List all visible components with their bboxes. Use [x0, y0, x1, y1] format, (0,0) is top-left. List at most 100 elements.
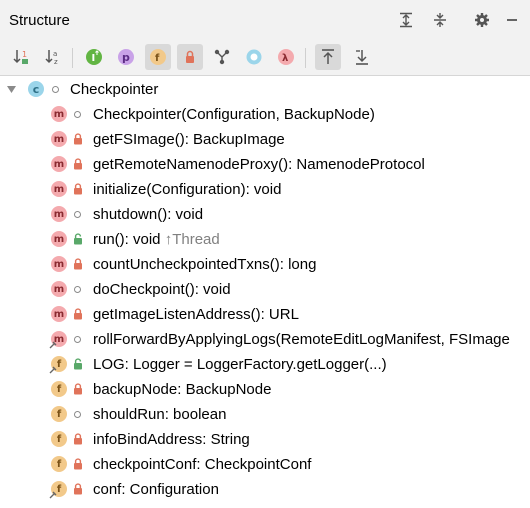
tree-item[interactable]: f LOG: Logger = LoggerFactory.getLogger(.… [0, 352, 530, 377]
member-signature: conf: Configuration [93, 481, 219, 498]
inherited-from-label: ↑Thread [164, 231, 220, 248]
package-visibility-icon [74, 336, 81, 343]
static-pin-icon [49, 366, 57, 374]
private-lock-icon [74, 133, 82, 145]
method-icon: m [51, 256, 67, 272]
tree-item[interactable]: m Checkpointer(Configuration, BackupNode) [0, 102, 530, 127]
tree-item[interactable]: m getImageListenAddress(): URL [0, 302, 530, 327]
tree-item-label: countUncheckpointedTxns(): long [93, 256, 316, 273]
tree-item[interactable]: m getFSImage(): BackupImage [0, 127, 530, 152]
root-label: Checkpointer [70, 81, 159, 98]
structure-header: Structure [0, 0, 530, 40]
show-anonymous-icon[interactable] [209, 44, 235, 70]
private-lock-icon [74, 433, 82, 445]
member-signature: countUncheckpointedTxns(): long [93, 256, 317, 273]
method-icon: m [51, 131, 67, 147]
tree-item-label: run(): void ↑Thread [93, 231, 220, 248]
static-pin-icon [49, 491, 57, 499]
package-visibility-icon [74, 286, 81, 293]
svg-text:f: f [155, 53, 160, 64]
package-visibility-icon [52, 86, 59, 93]
svg-text:1: 1 [22, 50, 27, 59]
tree-item[interactable]: f checkpointConf: CheckpointConf [0, 452, 530, 477]
collapse-all-icon[interactable] [428, 8, 452, 32]
member-signature: getRemoteNamenodeProxy(): NamenodeProtoc… [93, 156, 425, 173]
private-lock-icon [74, 308, 82, 320]
tree-item-label: LOG: Logger = LoggerFactory.getLogger(..… [93, 356, 387, 373]
member-signature: Checkpointer(Configuration, BackupNode) [93, 106, 375, 123]
svg-text:z: z [54, 58, 58, 66]
member-signature: run(): void [93, 231, 165, 248]
tree-item-label: shutdown(): void [93, 206, 203, 223]
member-signature: rollForwardByApplyingLogs(RemoteEditLogM… [93, 331, 510, 348]
structure-toolbar: 1 az I p f λ [0, 40, 530, 76]
member-signature: doCheckpoint(): void [93, 281, 231, 298]
tree-item-label: rollForwardByApplyingLogs(RemoteEditLogM… [93, 331, 510, 348]
tree-item[interactable]: m initialize(Configuration): void [0, 177, 530, 202]
tree-root-checkpointer[interactable]: c Checkpointer [0, 77, 530, 102]
tree-item[interactable]: f backupNode: BackupNode [0, 377, 530, 402]
tree-item-label: checkpointConf: CheckpointConf [93, 456, 311, 473]
static-pin-icon [49, 341, 57, 349]
tree-item[interactable]: m shutdown(): void [0, 202, 530, 227]
lambda-icon[interactable]: λ [273, 44, 299, 70]
show-properties-icon[interactable]: p [113, 44, 139, 70]
svg-text:λ: λ [282, 53, 289, 64]
tree-item-label: conf: Configuration [93, 481, 219, 498]
private-lock-icon [74, 483, 82, 495]
gear-icon[interactable] [470, 8, 494, 32]
private-lock-icon [74, 458, 82, 470]
autoscroll-from-source-icon[interactable] [349, 44, 375, 70]
public-unlock-icon [74, 358, 82, 370]
sort-by-visibility-icon[interactable]: 1 [8, 44, 34, 70]
panel-title: Structure [9, 12, 70, 29]
show-lambdas-icon[interactable] [241, 44, 267, 70]
method-icon: m [51, 181, 67, 197]
expand-all-icon[interactable] [394, 8, 418, 32]
tree-item[interactable]: m doCheckpoint(): void [0, 277, 530, 302]
tree-item-label: infoBindAddress: String [93, 431, 250, 448]
tree-item[interactable]: m getRemoteNamenodeProxy(): NamenodeProto… [0, 152, 530, 177]
method-icon: m [51, 306, 67, 322]
member-signature: shutdown(): void [93, 206, 204, 223]
member-signature: infoBindAddress: String [93, 431, 250, 448]
tree-item[interactable]: f conf: Configuration [0, 477, 530, 502]
show-inherited-icon[interactable]: I [81, 44, 107, 70]
tree-item-label: getImageListenAddress(): URL [93, 306, 299, 323]
svg-text:p: p [122, 51, 130, 64]
sort-alphabetically-icon[interactable]: az [40, 44, 66, 70]
tree-item[interactable]: f shouldRun: boolean [0, 402, 530, 427]
method-icon: m [51, 281, 67, 297]
show-non-public-icon[interactable] [177, 44, 203, 70]
member-signature: initialize(Configuration): void [93, 181, 282, 198]
svg-text:I: I [92, 53, 96, 64]
private-lock-icon [74, 158, 82, 170]
tree-item[interactable]: m countUncheckpointedTxns(): long [0, 252, 530, 277]
package-visibility-icon [74, 111, 81, 118]
method-icon: m [51, 206, 67, 222]
tree-item[interactable]: f infoBindAddress: String [0, 427, 530, 452]
member-signature: shouldRun: boolean [93, 406, 227, 423]
private-lock-icon [74, 258, 82, 270]
tree-item-label: doCheckpoint(): void [93, 281, 231, 298]
autoscroll-to-source-icon[interactable] [315, 44, 341, 70]
member-signature: backupNode: BackupNode [93, 381, 272, 398]
tree-item[interactable]: m run(): void ↑Thread [0, 227, 530, 252]
member-signature: LOG: Logger = LoggerFactory.getLogger(..… [93, 356, 387, 373]
tree-item-label: backupNode: BackupNode [93, 381, 271, 398]
expand-arrow-icon[interactable] [6, 84, 17, 95]
package-visibility-icon [74, 411, 81, 418]
minimize-icon[interactable] [500, 8, 524, 32]
svg-text:a: a [53, 50, 57, 58]
field-icon: f [51, 456, 67, 472]
public-unlock-icon [74, 233, 82, 245]
tree-item[interactable]: m rollForwardByApplyingLogs(RemoteEditLog… [0, 327, 530, 352]
show-fields-icon[interactable]: f [145, 44, 171, 70]
field-icon: f [51, 431, 67, 447]
class-icon: c [28, 81, 44, 97]
tree-item-label: Checkpointer(Configuration, BackupNode) [93, 106, 375, 123]
tree-item-label: getRemoteNamenodeProxy(): NamenodeProtoc… [93, 156, 425, 173]
member-signature: getFSImage(): BackupImage [93, 131, 285, 148]
package-visibility-icon [74, 211, 81, 218]
field-icon: f [51, 381, 67, 397]
